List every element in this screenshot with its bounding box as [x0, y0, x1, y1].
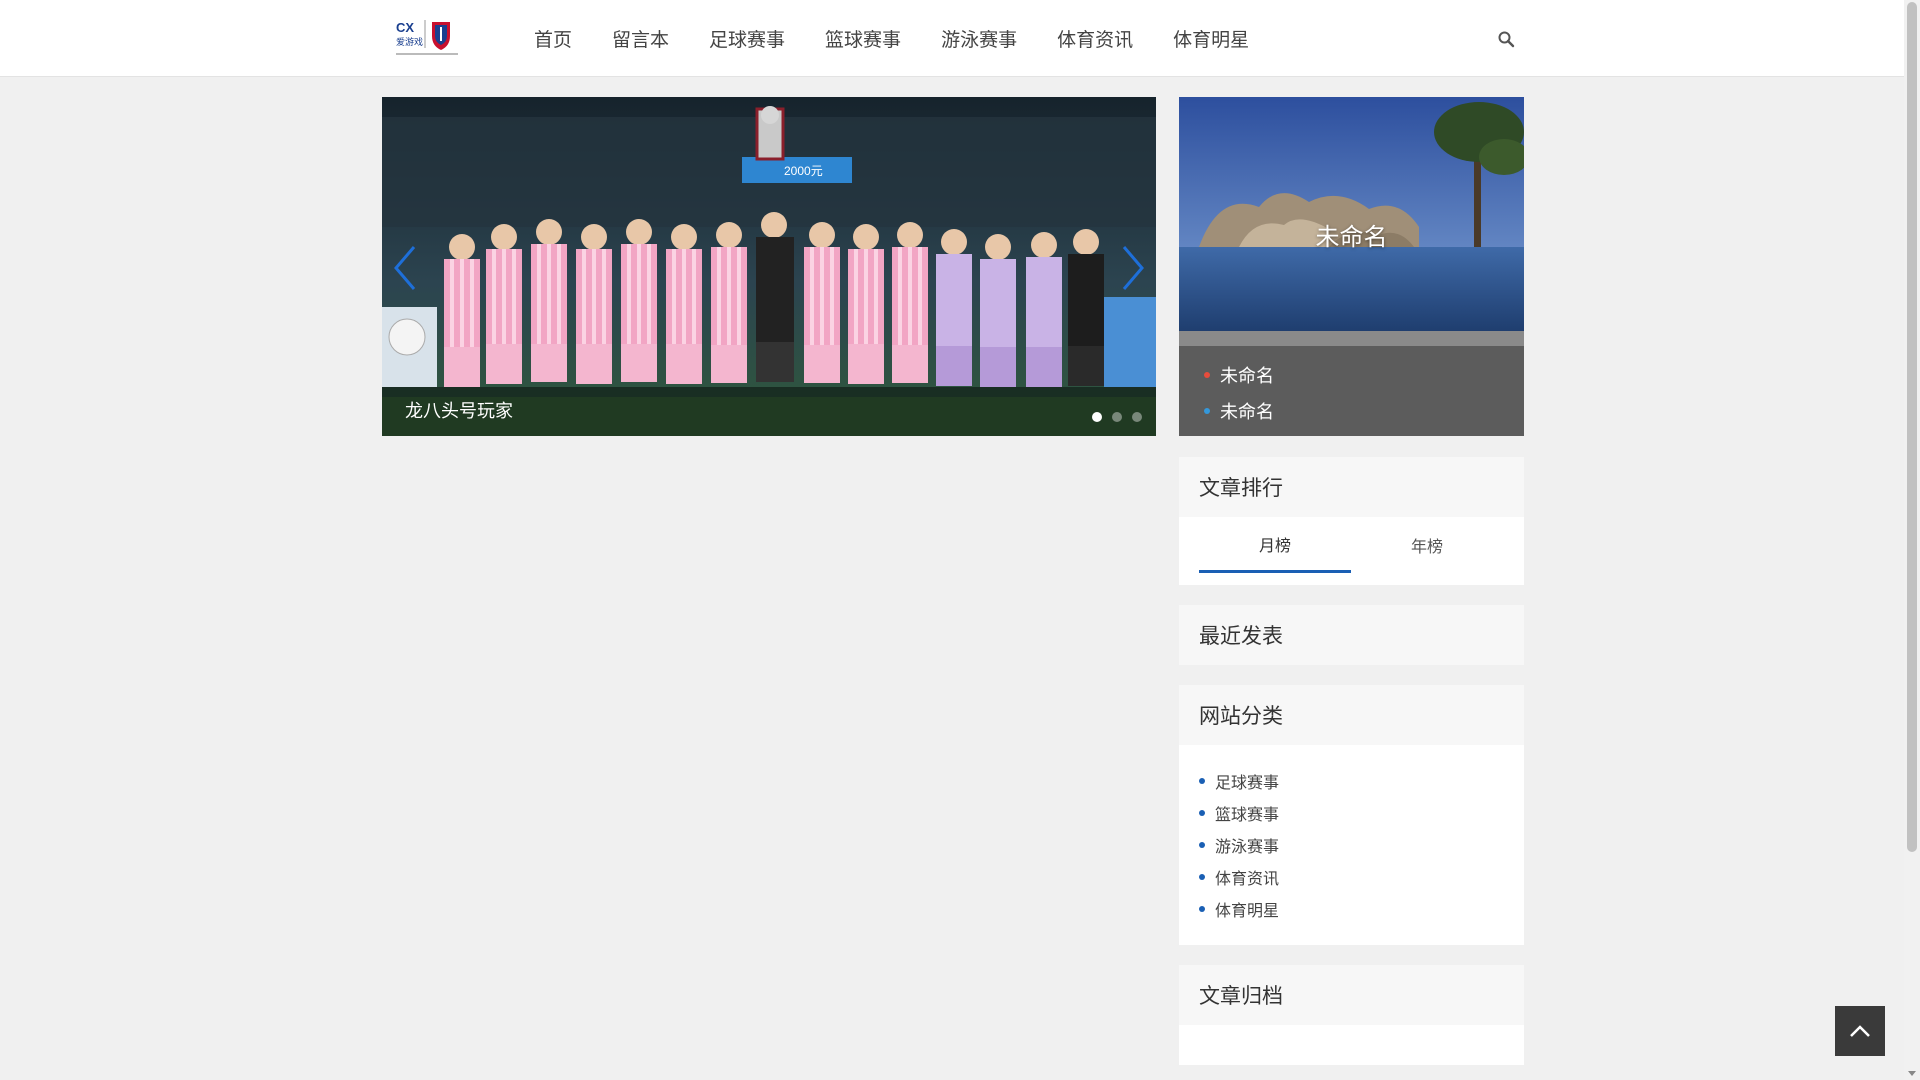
category-item-swimming[interactable]: 游泳赛事	[1199, 829, 1524, 861]
slider-dot[interactable]	[1092, 412, 1102, 422]
chevron-right-icon[interactable]	[1118, 243, 1148, 293]
slider-pagination	[1092, 412, 1142, 422]
scrollbar-thumb[interactable]	[1907, 2, 1917, 852]
banner-text: 2000元	[784, 164, 823, 178]
feature-link[interactable]: 未命名	[1204, 393, 1274, 429]
nav-guestbook[interactable]: 留言本	[612, 25, 669, 52]
nav-sports-stars[interactable]: 体育明星	[1173, 25, 1249, 52]
chevron-up-icon	[1850, 1025, 1870, 1037]
ranking-widget: 文章排行 月榜 年榜	[1179, 457, 1524, 585]
nav-swimming[interactable]: 游泳赛事	[941, 25, 1017, 52]
search-icon[interactable]	[1497, 30, 1515, 48]
tab-yearly[interactable]: 年榜	[1351, 517, 1503, 573]
category-item-basketball[interactable]: 篮球赛事	[1199, 797, 1524, 829]
categories-widget: 网站分类 足球赛事 篮球赛事 游泳赛事 体育资讯 体育明星	[1179, 685, 1524, 945]
main-nav: 首页 留言本 足球赛事 篮球赛事 游泳赛事 体育资讯 体育明星	[514, 0, 1269, 76]
category-label: 体育资讯	[1215, 869, 1280, 888]
feature-links: 未命名 未命名	[1204, 357, 1274, 429]
ranking-tabs: 月榜 年榜	[1199, 517, 1504, 573]
feature-box: 未命名 未命名 未命名	[1179, 97, 1524, 436]
bullet-icon	[1204, 372, 1210, 378]
feature-title[interactable]: 未命名	[1179, 217, 1524, 252]
bullet-icon	[1199, 842, 1205, 848]
nav-sports-news[interactable]: 体育资讯	[1057, 25, 1133, 52]
scroll-down-icon[interactable]	[1908, 1071, 1916, 1076]
nav-football[interactable]: 足球赛事	[709, 25, 785, 52]
category-item-sports-news[interactable]: 体育资讯	[1199, 861, 1524, 893]
archive-widget: 文章归档	[1179, 965, 1524, 1065]
slider-dot[interactable]	[1132, 412, 1142, 422]
category-label: 游泳赛事	[1215, 837, 1280, 856]
nav-home[interactable]: 首页	[534, 25, 572, 52]
recent-title: 最近发表	[1179, 605, 1524, 665]
tab-monthly[interactable]: 月榜	[1199, 517, 1351, 573]
category-list: 足球赛事 篮球赛事 游泳赛事 体育资讯 体育明星	[1179, 745, 1524, 939]
slide-caption[interactable]: 龙八头号玩家	[405, 397, 513, 423]
nav-basketball[interactable]: 篮球赛事	[825, 25, 901, 52]
site-header: CX 爱游戏 首页 留言本 足球赛事 篮球赛事 游泳赛事 体育资讯 体育明星	[0, 0, 1904, 77]
archive-title: 文章归档	[1179, 965, 1524, 1025]
bullet-icon	[1199, 874, 1205, 880]
category-label: 体育明星	[1215, 901, 1280, 920]
chevron-left-icon[interactable]	[390, 243, 420, 293]
bullet-icon	[1199, 778, 1205, 784]
category-item-football[interactable]: 足球赛事	[1199, 765, 1524, 797]
feature-link[interactable]: 未命名	[1204, 357, 1274, 393]
ranking-title: 文章排行	[1179, 457, 1524, 517]
categories-title: 网站分类	[1179, 685, 1524, 745]
site-logo[interactable]: CX 爱游戏	[394, 18, 460, 58]
logo-text: 爱游戏	[396, 36, 423, 48]
recent-widget: 最近发表	[1179, 605, 1524, 665]
bullet-icon	[1199, 906, 1205, 912]
bullet-icon	[1199, 810, 1205, 816]
feature-link-label: 未命名	[1220, 402, 1274, 423]
slider-dot[interactable]	[1112, 412, 1122, 422]
category-item-sports-stars[interactable]: 体育明星	[1199, 893, 1524, 925]
svg-text:CX: CX	[396, 20, 414, 35]
page-scrollbar[interactable]	[1904, 0, 1920, 1080]
slide-image[interactable]: 2000元	[382, 97, 1156, 436]
category-label: 足球赛事	[1215, 773, 1280, 792]
bullet-icon	[1204, 408, 1210, 414]
feature-link-label: 未命名	[1220, 366, 1274, 387]
feature-image[interactable]	[1179, 97, 1524, 331]
feature-divider	[1179, 331, 1524, 346]
image-slider: 2000元 龙八头号玩家	[382, 97, 1156, 436]
back-to-top-button[interactable]	[1835, 1006, 1885, 1056]
category-label: 篮球赛事	[1215, 805, 1280, 824]
